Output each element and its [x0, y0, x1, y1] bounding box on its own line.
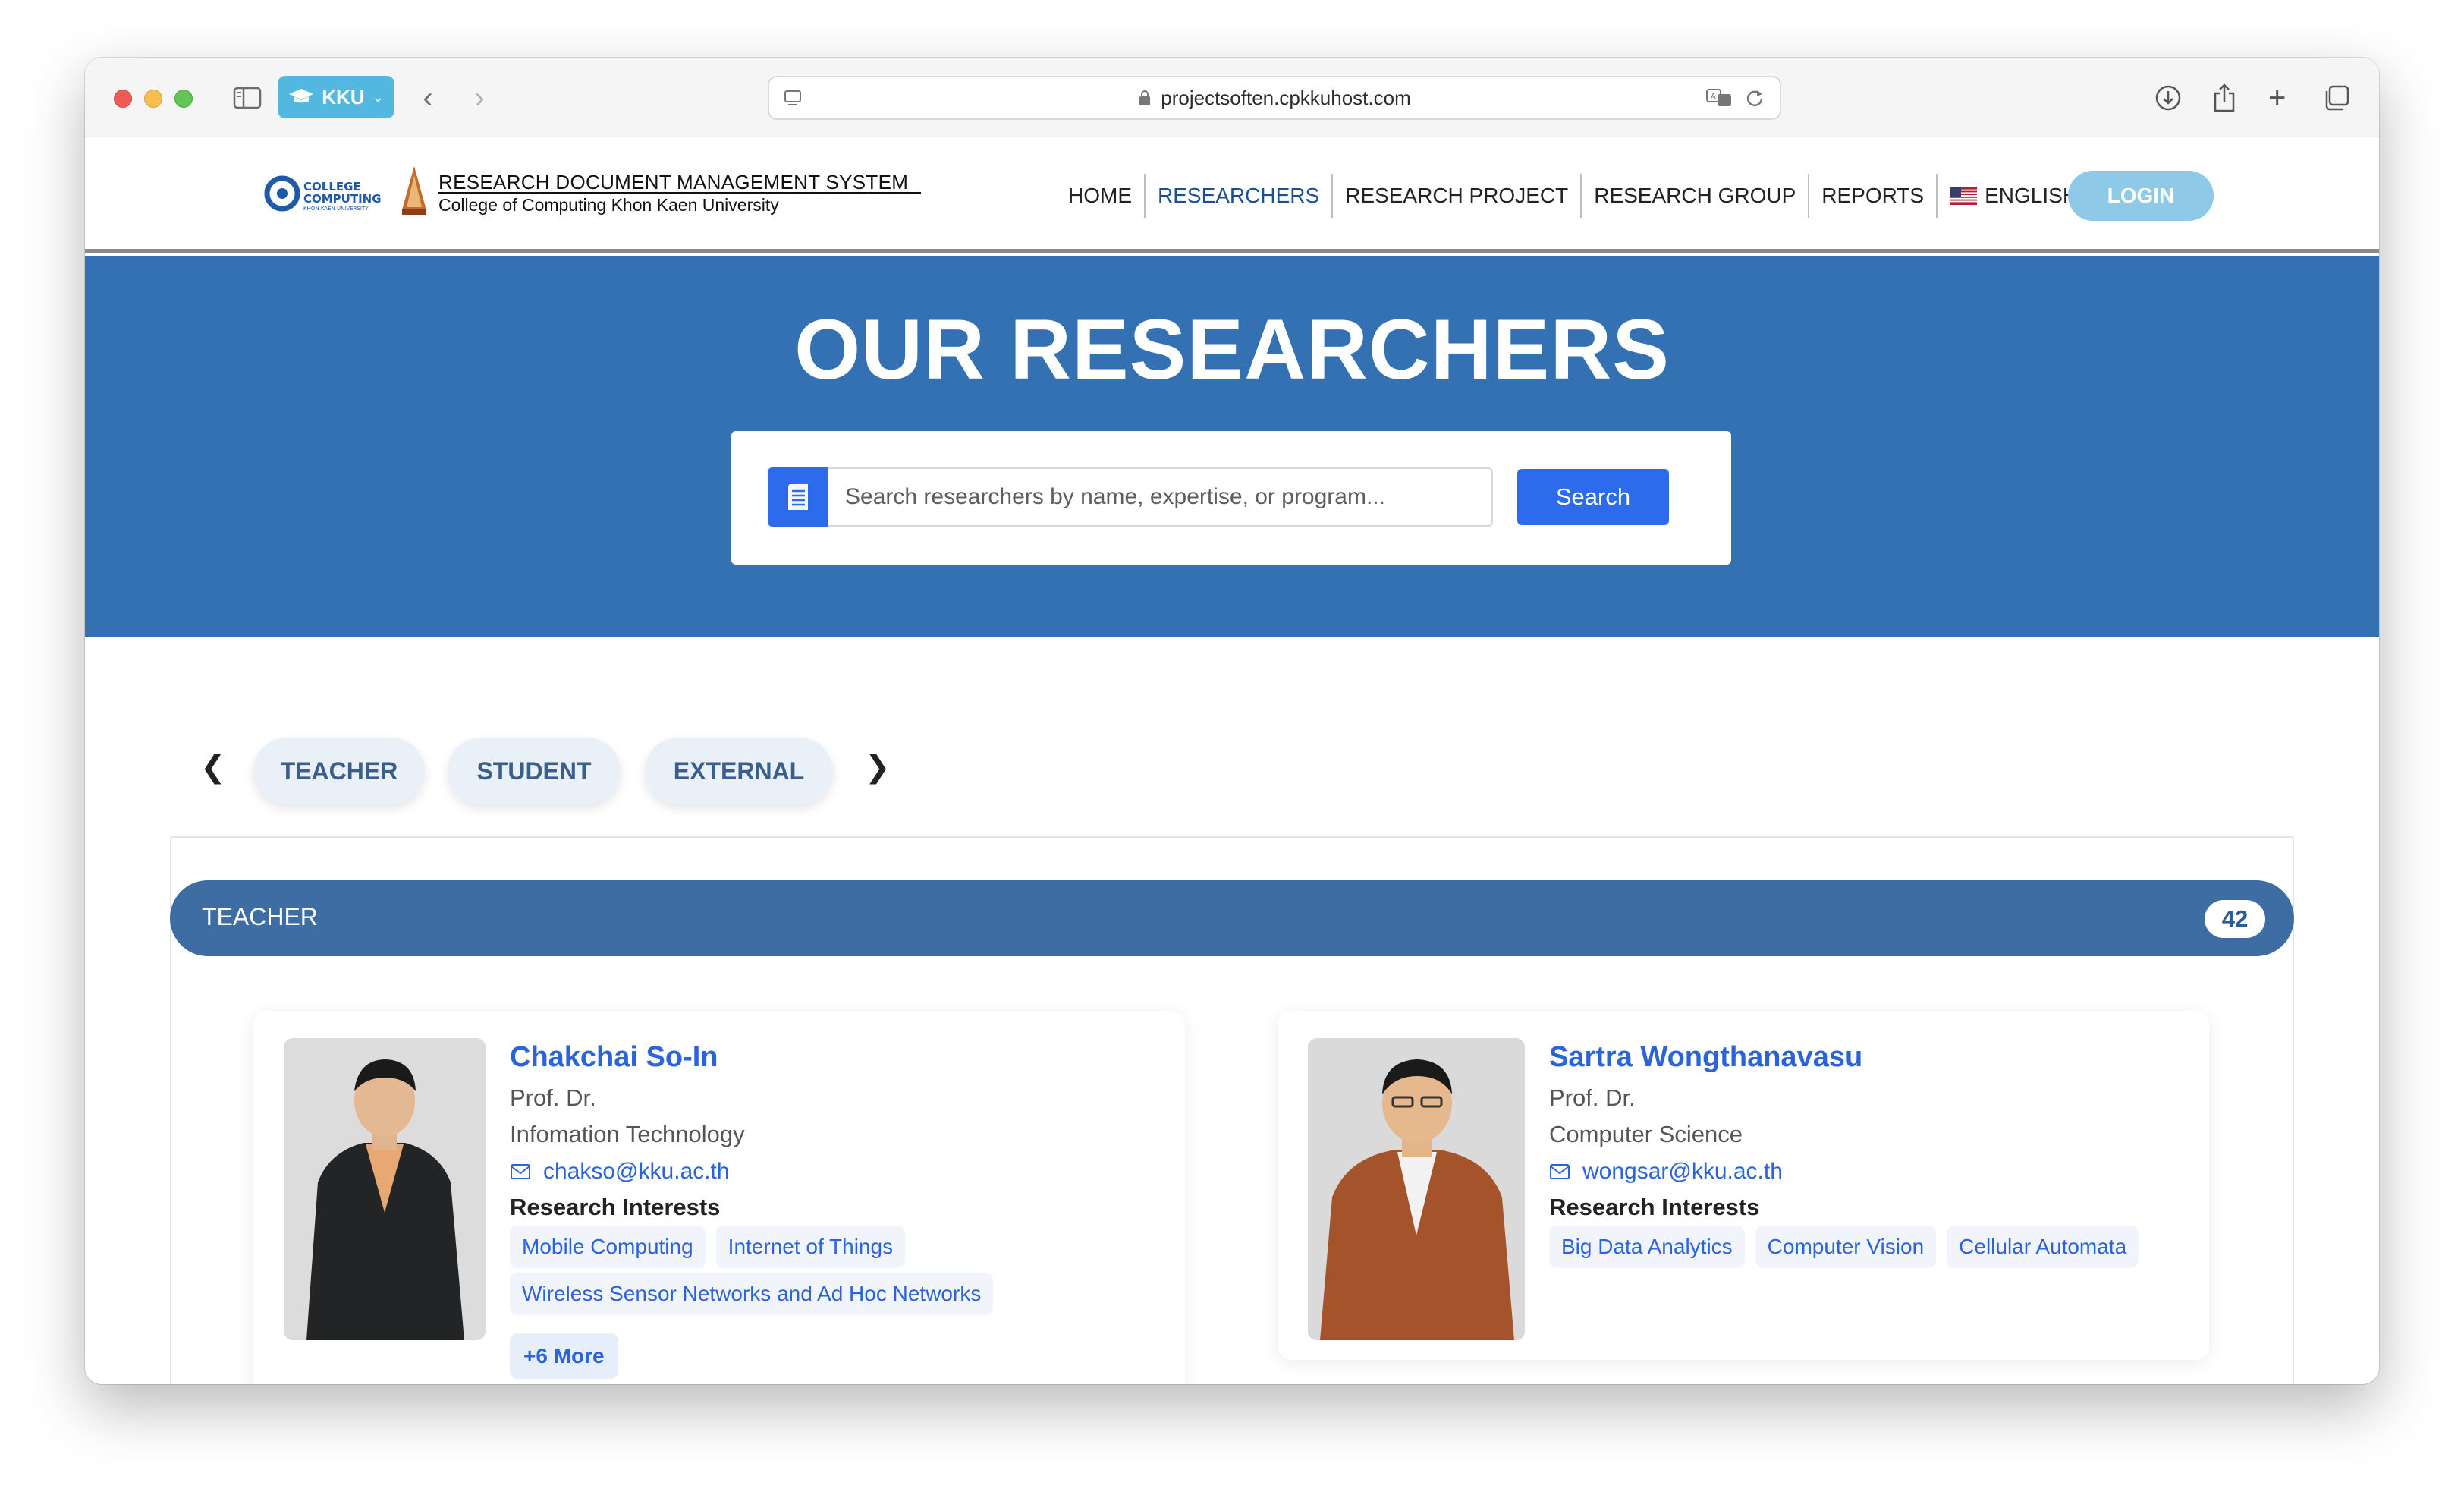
- nav-reports[interactable]: REPORTS: [1809, 174, 1938, 218]
- researcher-photo[interactable]: [1308, 1038, 1525, 1340]
- kku-emblem-logo: [398, 165, 431, 222]
- sidebar-icon[interactable]: [229, 79, 266, 117]
- interest-tag[interactable]: Wireless Sensor Networks and Ad Hoc Netw…: [510, 1273, 994, 1315]
- researcher-department: Computer Science: [1549, 1121, 1743, 1147]
- interest-tag[interactable]: Mobile Computing: [510, 1226, 706, 1268]
- envelope-icon: [1550, 1164, 1570, 1179]
- research-interest-tags: Mobile Computing Internet of Things Wire…: [510, 1226, 1162, 1320]
- close-window-button[interactable]: [114, 90, 132, 108]
- chevron-right-icon[interactable]: ❯: [865, 750, 891, 785]
- researcher-email-link[interactable]: chakso@kku.ac.th: [543, 1159, 730, 1185]
- svg-text:A: A: [1711, 93, 1716, 101]
- forward-arrow-icon[interactable]: ›: [464, 79, 495, 117]
- research-interests-heading: Research Interests: [1549, 1194, 1760, 1220]
- nav-home[interactable]: HOME: [1056, 174, 1146, 218]
- envelope-icon: [511, 1164, 530, 1179]
- researcher-card[interactable]: Chakchai So-In Prof. Dr. Infomation Tech…: [253, 1011, 1185, 1384]
- interest-tag[interactable]: Internet of Things: [715, 1226, 906, 1268]
- researcher-email-row: wongsar@kku.ac.th: [1549, 1159, 2186, 1185]
- browser-toolbar: KKU ⌄ ‹ › projectsoften.cpkkuhost.com A: [85, 58, 2379, 137]
- language-label: ENGLISH: [1985, 184, 2079, 207]
- researcher-department: Infomation Technology: [510, 1121, 745, 1147]
- translate-icon[interactable]: A: [1705, 87, 1734, 112]
- page-title: OUR RESEARCHERS: [794, 302, 1670, 397]
- address-bar[interactable]: projectsoften.cpkkuhost.com A: [768, 76, 1781, 120]
- nav-research-project[interactable]: RESEARCH PROJECT: [1333, 174, 1582, 218]
- group-title: TEACHER: [202, 903, 318, 930]
- researcher-photo[interactable]: [284, 1038, 486, 1340]
- login-button[interactable]: LOGIN: [2068, 171, 2214, 221]
- tab-group-kku[interactable]: KKU ⌄: [278, 76, 394, 118]
- new-tab-icon[interactable]: +: [2268, 79, 2286, 117]
- more-interests-button[interactable]: +6 More: [510, 1333, 618, 1379]
- researcher-email-link[interactable]: wongsar@kku.ac.th: [1582, 1159, 1783, 1185]
- us-flag-icon: [1950, 187, 1978, 205]
- search-button[interactable]: Search: [1517, 469, 1669, 525]
- researcher-name-link[interactable]: Sartra Wongthanavasu: [1549, 1041, 2186, 1074]
- site-title: RESEARCH DOCUMENT MANAGEMENT SYSTEM: [438, 171, 909, 194]
- category-tab-teacher[interactable]: TEACHER: [253, 738, 425, 804]
- reload-icon[interactable]: [1745, 87, 1765, 112]
- college-of-computing-logo[interactable]: COLLEGE COMPUTING KHON KAEN UNIVERSITY: [264, 174, 388, 217]
- download-icon[interactable]: [2154, 79, 2182, 117]
- tab-overview-icon[interactable]: [2323, 79, 2350, 117]
- url-display: projectsoften.cpkkuhost.com: [769, 77, 1780, 118]
- nav-research-group[interactable]: RESEARCH GROUP: [1582, 174, 1810, 218]
- nav-researchers[interactable]: RESEARCHERS: [1146, 174, 1334, 218]
- group-count-badge: 42: [2205, 900, 2265, 938]
- hero-banner: OUR RESEARCHERS Search: [85, 256, 2379, 637]
- chevron-left-icon[interactable]: ❮: [200, 750, 226, 785]
- researcher-info: Sartra Wongthanavasu Prof. Dr. Computer …: [1549, 1041, 2186, 1273]
- researcher-email-row: chakso@kku.ac.th: [510, 1159, 1162, 1185]
- group-header: TEACHER 42: [170, 880, 2294, 956]
- category-tab-external[interactable]: EXTERNAL: [645, 738, 833, 804]
- back-arrow-icon[interactable]: ‹: [413, 79, 443, 117]
- zoom-window-button[interactable]: [174, 90, 193, 108]
- main-navigation: HOME RESEARCHERS RESEARCH PROJECT RESEAR…: [1056, 174, 2123, 218]
- tab-group-label: KKU: [322, 85, 365, 109]
- search-card: Search: [731, 431, 1731, 565]
- minimize-window-button[interactable]: [144, 90, 162, 108]
- svg-text:KHON KAEN UNIVERSITY: KHON KAEN UNIVERSITY: [303, 206, 369, 212]
- researcher-academic-title: Prof. Dr.: [1549, 1084, 1636, 1111]
- research-interests-heading: Research Interests: [510, 1194, 721, 1220]
- chevron-down-icon: ⌄: [372, 89, 384, 105]
- site-header: COLLEGE COMPUTING KHON KAEN UNIVERSITY R…: [85, 137, 2379, 253]
- lock-icon: [1139, 90, 1151, 105]
- url-text: projectsoften.cpkkuhost.com: [1161, 86, 1411, 109]
- svg-text:COMPUTING: COMPUTING: [303, 192, 382, 206]
- browser-window: KKU ⌄ ‹ › projectsoften.cpkkuhost.com A: [85, 58, 2379, 1384]
- share-icon[interactable]: [2212, 79, 2236, 117]
- interest-tag[interactable]: Big Data Analytics: [1549, 1226, 1745, 1268]
- researcher-search-input[interactable]: [828, 467, 1493, 527]
- category-tab-student[interactable]: STUDENT: [448, 738, 621, 804]
- interest-tag[interactable]: Computer Vision: [1755, 1226, 1937, 1268]
- researcher-info: Chakchai So-In Prof. Dr. Infomation Tech…: [510, 1041, 1162, 1379]
- graduation-cap-icon: [289, 89, 314, 103]
- researcher-name-link[interactable]: Chakchai So-In: [510, 1041, 1162, 1074]
- interest-tag[interactable]: Cellular Automata: [1947, 1226, 2139, 1268]
- researcher-card[interactable]: Sartra Wongthanavasu Prof. Dr. Computer …: [1278, 1011, 2209, 1360]
- research-interest-tags: Big Data Analytics Computer Vision Cellu…: [1549, 1226, 2186, 1273]
- site-subtitle: College of Computing Khon Kaen Universit…: [438, 195, 779, 215]
- researcher-academic-title: Prof. Dr.: [510, 1084, 596, 1111]
- document-icon: [768, 467, 828, 527]
- title-divider: [438, 192, 921, 194]
